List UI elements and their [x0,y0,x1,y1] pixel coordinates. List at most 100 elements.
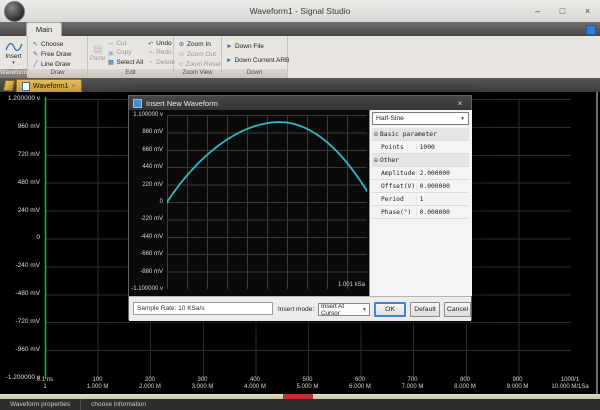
dialog-y-label: 660 mV [131,146,163,154]
delete-button[interactable]: × Delete [145,58,177,67]
x-tick: 0.1 ns1 [23,377,67,391]
insert-mode-select[interactable]: Insert At Cursor ▼ [318,303,370,316]
offset-value[interactable]: 0.000000 [416,183,469,190]
status-choose-information[interactable]: choose information [80,399,156,410]
ok-button[interactable]: OK [374,302,406,317]
tab-waveform1[interactable]: Waveform1 × [16,79,82,92]
zoom-view-group-label: Zoom View [174,69,221,78]
tab-close-icon[interactable]: × [72,83,76,90]
undo-icon: ↶ [147,40,154,48]
sample-rate-field[interactable]: Sample Rate: 10 KSa/s [133,302,273,315]
property-row-points[interactable]: Points 1000 [372,141,469,154]
insert-mode-label: Insert mode: [278,306,314,313]
wave-type-select[interactable]: Half-Sine ▼ [372,112,469,125]
select-all-icon: ▦ [107,58,114,66]
property-row-offset[interactable]: Offset(V) 0.000000 [372,180,469,193]
delete-icon: × [147,59,154,66]
select-all-button[interactable]: ▦ Select All [105,58,145,67]
dialog-y-label: -660 mV [131,250,163,258]
menu-strip [0,22,600,36]
choose-button[interactable]: ↖ Choose [30,39,85,49]
down-current-arb-label: Down Current ARB [234,57,289,64]
x-tick: 3003.000 M [181,377,225,391]
help-icon[interactable] [586,25,596,35]
waveform-file-icon [22,82,30,91]
property-grid: ⊞ Basic parameter Points 1000 ⊞ Other Am… [372,128,469,219]
dialog-title: Insert New Waveform [146,99,453,108]
cut-button[interactable]: ✂ Cut [105,39,145,48]
dialog-y-label: 220 mV [131,181,163,189]
redo-icon: ↷ [147,49,154,57]
main-y-axis: 1.200000 v 960 mV 720 mV 480 mV 240 mV 0… [0,95,40,382]
dropdown-arrow-icon: ▼ [460,116,465,122]
x-tick: 8008.000 M [443,377,487,391]
waveform-group-label: Waveform [0,69,27,78]
dialog-y-label: -220 mV [131,215,163,223]
default-button[interactable]: Default [410,302,440,317]
insert-label: Insert [5,53,21,60]
free-draw-button[interactable]: ✎ Free Draw [30,49,85,59]
group-row-other[interactable]: ⊞ Other [372,154,469,167]
dialog-title-bar[interactable]: Insert New Waveform × [129,96,471,110]
edit-group-label: Edit [88,69,173,78]
points-value[interactable]: 1000 [416,144,469,151]
window-controls: – □ × [525,0,600,22]
group-row-basic-parameter[interactable]: ⊞ Basic parameter [372,128,469,141]
draw-group-label: Draw [28,69,87,78]
down-current-arb-icon: ► [226,57,232,64]
property-row-amplitude[interactable]: Amplitude(... 2.000000 [372,167,469,180]
x-tick: 5005.000 M [286,377,330,391]
property-row-phase[interactable]: Phase(°) 0.000000 [372,206,469,219]
ribbon-group-waveform: Insert ▼ Waveform [0,36,28,78]
property-row-period[interactable]: Period 1 [372,193,469,206]
zoom-reset-button[interactable]: ⊘ Zoom Reset [176,59,219,69]
expand-icon[interactable]: ⊞ [372,131,380,138]
cancel-button[interactable]: Cancel [444,302,471,317]
window-title: Waveform1 - Signal Studio [0,0,600,22]
dialog-close-icon[interactable]: × [453,99,467,108]
tab-main[interactable]: Main [26,22,62,36]
y-axis-label: 1.200000 v [0,95,40,103]
zoom-reset-icon: ⊘ [178,60,183,68]
half-sine-curve [167,115,367,289]
down-current-arb-button[interactable]: ► Down Current ARB [224,55,285,65]
down-file-button[interactable]: ► Down File [224,41,285,51]
insert-new-waveform-dialog: Insert New Waveform × 1.100000 v 880 mV … [128,95,472,320]
y-axis-label: -480 mV [0,290,40,298]
zoom-in-icon: ⊕ [178,40,185,48]
dialog-y-label: -440 mV [131,233,163,241]
close-button[interactable]: × [575,0,600,22]
ribbon-group-draw: ↖ Choose ✎ Free Draw ╱ Line Draw Draw [28,36,88,78]
copy-button[interactable]: ▣ Copy [105,48,145,57]
amplitude-value[interactable]: 2.000000 [416,170,469,177]
period-value[interactable]: 1 [416,196,469,203]
line-draw-button[interactable]: ╱ Line Draw [30,59,85,69]
chevron-down-icon: ▼ [11,61,15,65]
tab-waveform1-label: Waveform1 [33,83,69,90]
undo-button[interactable]: ↶ Undo [145,39,177,48]
dialog-y-label: 0 [131,198,163,206]
insert-waveform-button[interactable]: Insert ▼ [2,38,25,68]
copy-icon: ▣ [107,49,114,57]
redo-button[interactable]: ↷ Redo [145,48,177,57]
phase-value[interactable]: 0.000000 [416,209,469,216]
undo-label: Undo [156,40,172,47]
select-all-label: Select All [116,59,143,66]
vertical-scrollbar[interactable] [596,92,598,394]
zoom-in-button[interactable]: ⊕ Zoom In [176,39,219,49]
ribbon-group-down: ► Down File ► Down Current ARB Down [222,36,288,78]
zoom-out-button[interactable]: ⊖ Zoom Out [176,49,219,59]
zoom-reset-label: Zoom Reset [185,61,220,68]
title-bar: Waveform1 - Signal Studio [0,0,600,23]
y-axis-label: -240 mV [0,262,40,270]
y-axis-label: -720 mV [0,318,40,326]
maximize-button[interactable]: □ [550,0,575,22]
dialog-x-end-label: 1.001 kSa [307,282,365,288]
minimize-button[interactable]: – [525,0,550,22]
cursor-line[interactable] [45,97,46,379]
choose-icon: ↖ [32,40,39,48]
paste-button[interactable]: ▤ Paste [90,38,105,68]
y-axis-label: 480 mV [0,179,40,187]
status-waveform-properties[interactable]: Waveform properties [0,399,80,410]
expand-icon[interactable]: ⊞ [372,157,380,164]
